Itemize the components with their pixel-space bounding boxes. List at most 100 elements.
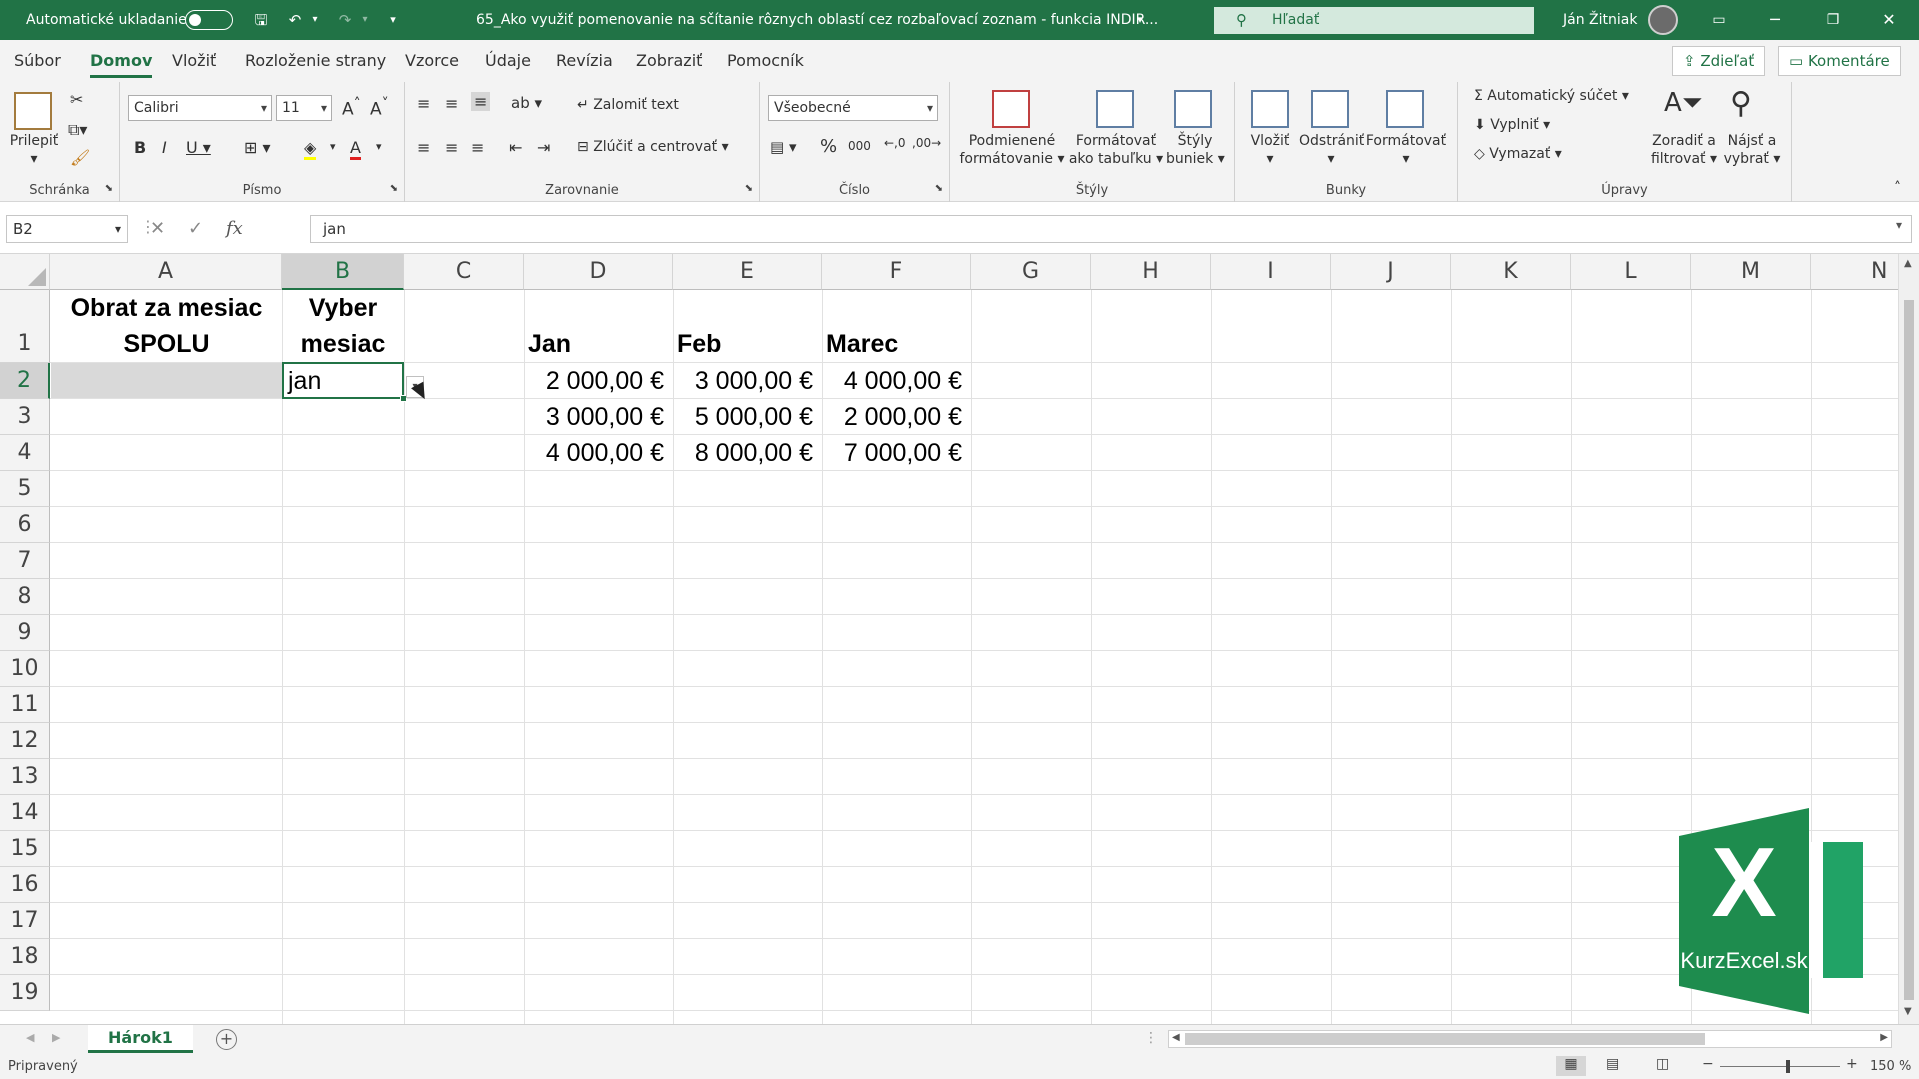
- italic-icon[interactable]: I: [162, 138, 167, 157]
- insert-cells-button[interactable]: Vložiť ▾: [1237, 132, 1303, 168]
- dialog-launcher-icon[interactable]: ⬊: [105, 183, 113, 194]
- column-header-f[interactable]: F: [822, 254, 971, 290]
- dialog-launcher-icon[interactable]: ⬊: [390, 183, 398, 194]
- row-header-11[interactable]: 11: [0, 687, 50, 723]
- zoom-in-icon[interactable]: +: [1846, 1056, 1858, 1072]
- row-header-8[interactable]: 8: [0, 579, 50, 615]
- font-color-icon[interactable]: A: [350, 138, 361, 160]
- tab-review[interactable]: Revízia: [556, 40, 613, 82]
- zoom-level[interactable]: 150 %: [1870, 1059, 1911, 1074]
- paste-icon[interactable]: [14, 92, 52, 130]
- column-header-l[interactable]: L: [1571, 254, 1691, 290]
- cancel-icon[interactable]: ✕: [150, 218, 165, 239]
- row-header-10[interactable]: 10: [0, 651, 50, 687]
- scroll-down-icon[interactable]: ▼: [1904, 1006, 1912, 1017]
- format-as-table-button[interactable]: Formátovať ako tabuľku ▾: [1066, 132, 1166, 168]
- font-family-combo[interactable]: Calibri: [128, 95, 272, 121]
- redo-icon[interactable]: ↷: [336, 11, 354, 29]
- font-size-combo[interactable]: 11: [276, 95, 332, 121]
- fill-color-icon[interactable]: ◈: [304, 138, 317, 160]
- column-header-d[interactable]: D: [524, 254, 673, 290]
- row-header-14[interactable]: 14: [0, 795, 50, 831]
- column-header-a[interactable]: A: [50, 254, 282, 290]
- percent-icon[interactable]: %: [820, 136, 837, 157]
- column-header-k[interactable]: K: [1451, 254, 1571, 290]
- zoom-out-icon[interactable]: −: [1702, 1056, 1714, 1072]
- row-header-6[interactable]: 6: [0, 507, 50, 543]
- tab-insert[interactable]: Vložiť: [172, 40, 216, 82]
- align-bottom-icon[interactable]: ≡: [471, 92, 491, 111]
- normal-view-icon[interactable]: ▦: [1556, 1056, 1586, 1076]
- row-header-3[interactable]: 3: [0, 399, 50, 435]
- row-header-5[interactable]: 5: [0, 471, 50, 507]
- zoom-slider-thumb[interactable]: [1786, 1060, 1790, 1073]
- align-center-icon[interactable]: ≡: [445, 138, 458, 157]
- fill-button[interactable]: ⬇ Vyplniť ▾: [1474, 117, 1550, 133]
- delete-cells-button[interactable]: Odstrániť ▾: [1299, 132, 1364, 168]
- column-header-c[interactable]: C: [404, 254, 524, 290]
- fill-color-dropdown-icon[interactable]: ▾: [330, 140, 336, 153]
- tab-formulas[interactable]: Vzorce: [405, 40, 459, 82]
- row-header-2[interactable]: 2: [0, 363, 50, 399]
- insert-function-icon[interactable]: fx: [226, 218, 243, 239]
- tab-view[interactable]: Zobraziť: [636, 40, 702, 82]
- merge-center-button[interactable]: ⊟ Zlúčiť a centrovať ▾: [577, 139, 729, 155]
- enter-icon[interactable]: ✓: [188, 218, 203, 239]
- tab-home[interactable]: Domov: [90, 40, 153, 82]
- copy-icon[interactable]: ⧉▾: [68, 120, 87, 140]
- undo-dropdown-icon[interactable]: ▾: [306, 11, 324, 29]
- grow-font-icon[interactable]: A˄: [342, 96, 361, 120]
- column-header-g[interactable]: G: [971, 254, 1091, 290]
- row-header-13[interactable]: 13: [0, 759, 50, 795]
- redo-dropdown-icon[interactable]: ▾: [356, 11, 374, 29]
- decrease-indent-icon[interactable]: ⇤: [509, 138, 522, 157]
- horizontal-scrollbar[interactable]: ◀ ▶: [1168, 1030, 1892, 1048]
- dialog-launcher-icon[interactable]: ⬊: [935, 183, 943, 194]
- conditional-formatting-button[interactable]: Podmienené formátovanie ▾: [956, 132, 1068, 168]
- row-header-12[interactable]: 12: [0, 723, 50, 759]
- vertical-scroll-thumb[interactable]: [1904, 300, 1914, 1000]
- row-header-16[interactable]: 16: [0, 867, 50, 903]
- avatar[interactable]: [1648, 5, 1678, 35]
- row-header-4[interactable]: 4: [0, 435, 50, 471]
- align-top-icon[interactable]: ≡: [417, 94, 430, 113]
- cell-styles-button[interactable]: Štýly buniek ▾: [1166, 132, 1225, 168]
- dialog-launcher-icon[interactable]: ⬊: [745, 183, 753, 194]
- row-header-17[interactable]: 17: [0, 903, 50, 939]
- increase-indent-icon[interactable]: ⇥: [537, 138, 550, 157]
- paste-button[interactable]: Prilepiť ▾: [6, 132, 62, 168]
- wrap-text-button[interactable]: ↵ Zalomiť text: [577, 97, 679, 113]
- increase-decimal-icon[interactable]: ←,0: [884, 136, 906, 150]
- number-format-combo[interactable]: Všeobecné: [768, 95, 938, 121]
- comments-button[interactable]: ▭ Komentáre: [1778, 46, 1901, 76]
- autosum-button[interactable]: Σ Automatický súčet ▾: [1474, 88, 1629, 104]
- minimize-icon[interactable]: ─: [1752, 0, 1798, 40]
- scroll-left-icon[interactable]: ◀: [1172, 1032, 1180, 1043]
- page-break-view-icon[interactable]: ◫: [1656, 1056, 1669, 1072]
- name-box[interactable]: B2: [6, 215, 128, 243]
- restore-icon[interactable]: ❐: [1810, 0, 1856, 40]
- close-icon[interactable]: ✕: [1866, 0, 1912, 40]
- vertical-scrollbar[interactable]: ▲ ▼: [1898, 254, 1919, 1024]
- prev-sheet-icon[interactable]: ◀: [26, 1031, 34, 1044]
- autosave-toggle[interactable]: [185, 10, 233, 30]
- scroll-right-icon[interactable]: ▶: [1880, 1032, 1888, 1043]
- save-icon[interactable]: 🖫: [252, 11, 270, 29]
- borders-icon[interactable]: ⊞ ▾: [244, 138, 271, 157]
- underline-icon[interactable]: U ▾: [186, 138, 211, 157]
- clear-button[interactable]: ◇ Vymazať ▾: [1474, 146, 1562, 162]
- cell-a2[interactable]: [51, 363, 282, 398]
- find-select-button[interactable]: Nájsť a vybrať ▾: [1720, 132, 1784, 168]
- ribbon-display-icon[interactable]: ▭: [1696, 0, 1742, 40]
- accounting-format-icon[interactable]: ▤ ▾: [770, 138, 796, 156]
- customize-qat-icon[interactable]: ▾: [384, 11, 402, 29]
- orientation-icon[interactable]: ab ▾: [511, 94, 542, 112]
- tab-page-layout[interactable]: Rozloženie strany: [245, 40, 386, 82]
- comma-style-icon[interactable]: 000: [848, 139, 871, 153]
- row-header-7[interactable]: 7: [0, 543, 50, 579]
- add-sheet-button[interactable]: +: [216, 1029, 237, 1050]
- tab-data[interactable]: Údaje: [485, 40, 531, 82]
- undo-icon[interactable]: ↶: [286, 11, 304, 29]
- scroll-up-icon[interactable]: ▲: [1904, 258, 1912, 269]
- row-header-18[interactable]: 18: [0, 939, 50, 975]
